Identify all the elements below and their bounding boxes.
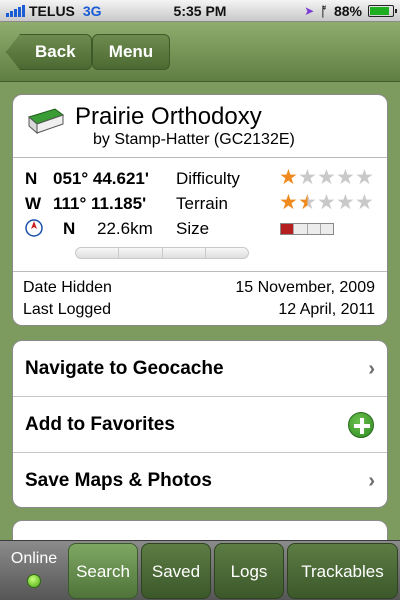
network-label: 3G <box>82 3 102 19</box>
tab-logs[interactable]: Logs <box>214 543 284 599</box>
cache-title: Prairie Orthodoxy <box>75 103 262 130</box>
star-empty-icon: ★ <box>317 166 337 189</box>
longitude-direction: W <box>25 194 42 213</box>
star-half-icon: ★ <box>298 191 318 214</box>
chevron-right-icon: › <box>368 470 375 492</box>
size-segment <box>281 224 295 234</box>
size-segment <box>294 224 308 234</box>
carrier-label: TELUS <box>29 3 75 19</box>
latitude-direction: N <box>25 169 38 188</box>
tab-search[interactable]: Search <box>68 543 138 599</box>
star-empty-icon: ★ <box>336 166 356 189</box>
location-arrow-icon: ➤ <box>304 4 315 18</box>
add-circle-icon[interactable] <box>348 412 374 438</box>
navigate-to-geocache-item[interactable]: Navigate to Geocache › <box>13 341 387 397</box>
date-hidden-label: Date Hidden <box>23 279 112 296</box>
difficulty-rating: ★★★★★ <box>279 166 375 189</box>
list-item-label: Add to Favorites <box>25 414 175 435</box>
status-bar: TELUS 3G 5:35 PM ➤ ᚩ 88% <box>0 0 400 22</box>
size-segment <box>320 224 333 234</box>
online-indicator-icon <box>27 574 41 588</box>
battery-icon <box>368 5 397 17</box>
date-hidden-value: 15 November, 2009 <box>235 279 375 296</box>
star-empty-icon: ★ <box>317 191 337 214</box>
star-full-icon: ★ <box>279 166 299 189</box>
cache-details-card: Prairie Orthodoxy by Stamp-Hatter (GC213… <box>12 94 388 326</box>
star-empty-icon: ★ <box>336 191 356 214</box>
status-left: TELUS 3G <box>6 3 102 19</box>
star-full-icon: ★ <box>279 191 299 214</box>
distance-progress-bar <box>75 247 249 259</box>
size-segment <box>307 224 321 234</box>
size-label: Size <box>176 219 210 238</box>
divider <box>13 271 387 272</box>
cache-owner: by Stamp-Hatter (GC2132E) <box>93 131 295 148</box>
distance-value: 22.6km <box>97 219 153 238</box>
status-right: ➤ ᚩ 88% <box>304 3 397 19</box>
tab-bar: Online Search Saved Logs Trackables <box>0 540 400 600</box>
menu-button[interactable]: Menu <box>92 34 170 70</box>
longitude-value: 111° 11.185' <box>53 194 147 213</box>
difficulty-label: Difficulty <box>176 169 240 188</box>
battery-percent: 88% <box>333 3 362 19</box>
compass-icon <box>25 219 43 237</box>
add-to-favorites-item[interactable]: Add to Favorites <box>13 397 387 453</box>
tab-trackables[interactable]: Trackables <box>287 543 398 599</box>
size-indicator <box>280 223 334 235</box>
last-logged-label: Last Logged <box>23 301 112 318</box>
online-status-label: Online <box>10 550 58 567</box>
star-empty-icon: ★ <box>355 166 375 189</box>
terrain-rating: ★★★★★ <box>279 191 375 214</box>
back-button[interactable]: Back <box>6 34 92 70</box>
signal-icon <box>6 5 25 17</box>
star-empty-icon: ★ <box>298 166 318 189</box>
list-item-label: Navigate to Geocache <box>25 358 224 379</box>
star-empty-icon: ★ <box>355 191 375 214</box>
cache-actions-list: Navigate to Geocache › Add to Favorites … <box>12 340 388 508</box>
battery-fill <box>370 7 390 15</box>
online-status: Online <box>0 541 68 600</box>
last-logged-value: 12 April, 2011 <box>278 301 375 318</box>
list-item-label: Save Maps & Photos <box>25 470 212 491</box>
chevron-right-icon: › <box>368 358 375 380</box>
bearing-direction: N <box>63 219 76 238</box>
navigation-bar: Back Menu <box>0 22 400 82</box>
bluetooth-icon: ᚩ <box>320 3 328 19</box>
terrain-label: Terrain <box>176 194 228 213</box>
divider <box>13 157 387 158</box>
latitude-value: 051° 44.621' <box>53 169 149 188</box>
cache-container-icon <box>27 108 65 135</box>
tab-saved[interactable]: Saved <box>141 543 211 599</box>
save-maps-photos-item[interactable]: Save Maps & Photos › <box>13 453 387 507</box>
